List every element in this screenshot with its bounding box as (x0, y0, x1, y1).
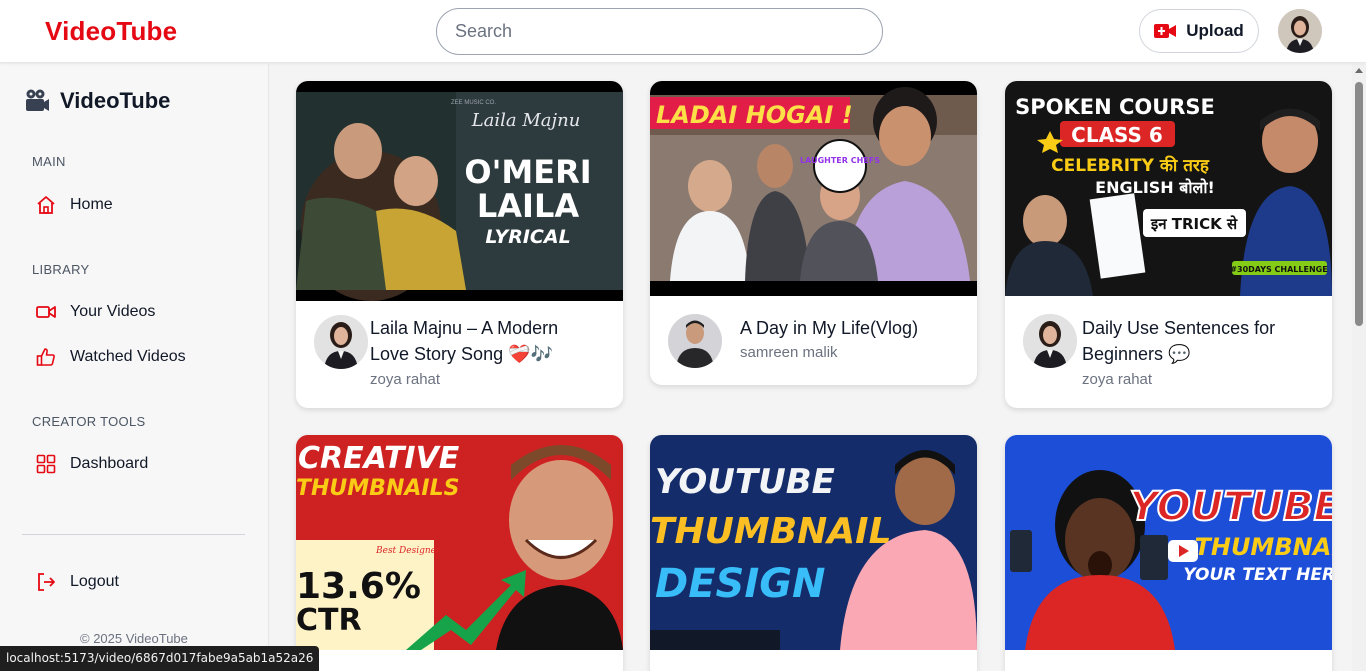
video-card[interactable]: SPOKEN COURSE CLASS 6 CELEBRITY की तरह E… (1005, 81, 1332, 408)
thumbnail-image: SPOKEN COURSE CLASS 6 CELEBRITY की तरह E… (1005, 81, 1332, 296)
sidebar-divider (22, 534, 245, 535)
video-info (1005, 650, 1332, 671)
user-avatar-image (1278, 9, 1322, 53)
grid-icon (36, 454, 56, 474)
thumb-line1: YOUTUBE (655, 462, 835, 502)
thumb-line3: DESIGN (655, 561, 826, 607)
site-logo[interactable]: VideoTube (45, 16, 177, 47)
sidebar-item-label: Your Videos (70, 303, 156, 320)
channel-name[interactable]: samreen malik (740, 344, 838, 361)
sidebar-item-your-videos[interactable]: Your Videos (36, 302, 155, 322)
upload-button[interactable]: Upload (1139, 9, 1259, 53)
sidebar-item-label: Home (70, 196, 113, 213)
top-header: VideoTube Upload (0, 0, 1366, 63)
thumb-badge: LAUGHTER CHEFS (800, 156, 880, 165)
video-thumbnail[interactable]: CREATIVE THUMBNAILS Best Designer 13.6% … (296, 435, 623, 650)
thumb-note: Best Designer (375, 546, 441, 556)
thumbs-up-icon (36, 348, 55, 366)
home-icon (37, 196, 55, 214)
copyright-text: © 2025 VideoTube (80, 631, 188, 646)
logout-icon (38, 573, 55, 591)
channel-name[interactable]: zoya rahat (370, 371, 440, 388)
thumbnail-image: LADAI HOGAI ! LAUGHTER CHEFS (650, 81, 977, 296)
thumb-line3: LYRICAL (485, 226, 570, 248)
channel-avatar[interactable] (314, 315, 368, 369)
scroll-up-arrow-icon[interactable] (1355, 68, 1363, 73)
video-thumbnail[interactable]: SPOKEN COURSE CLASS 6 CELEBRITY की तरह E… (1005, 81, 1332, 296)
thumb-stat2: CTR (296, 603, 362, 638)
video-title[interactable]: Daily Use Sentences for Beginners 💬 (1082, 315, 1312, 367)
video-info: Laila Majnu – A Modern Love Story Song ❤… (296, 301, 623, 408)
thumb-line3: YOUR TEXT HERE (1183, 565, 1332, 585)
sidebar-item-label: Dashboard (70, 455, 149, 472)
logout-label: Logout (70, 573, 119, 590)
thumbnail-image: YOUTUBE THUMBNAIL DESIGN (650, 435, 977, 650)
page-scrollbar[interactable] (1352, 64, 1366, 671)
video-thumbnail[interactable]: ZEE MUSIC CO. Laila Majnu O'MERI LAILA L… (296, 81, 623, 301)
channel-avatar-image (1023, 314, 1077, 368)
sidebar-item-dashboard[interactable]: Dashboard (36, 454, 148, 474)
sidebar: VideoTube MAIN Home LIBRARY Your Videos … (0, 64, 269, 671)
sidebar-brand-label: VideoTube (60, 88, 171, 113)
channel-avatar[interactable] (668, 314, 722, 368)
video-thumbnail[interactable]: YOUTUBE THUMBNAIL YOUR TEXT HERE (1005, 435, 1332, 650)
thumb-line2: CLASS 6 (1071, 123, 1163, 147)
sidebar-item-home[interactable]: Home (36, 195, 113, 215)
thumb-line1: O'MERI (464, 153, 591, 191)
sidebar-item-watched-videos[interactable]: Watched Videos (36, 347, 186, 367)
thumbnail-image: ZEE MUSIC CO. Laila Majnu O'MERI LAILA L… (296, 81, 623, 301)
browser-status-url: localhost:5173/video/6867d017fabe9a5ab1a… (0, 646, 320, 671)
video-card[interactable]: ZEE MUSIC CO. Laila Majnu O'MERI LAILA L… (296, 81, 623, 408)
video-card[interactable]: YOUTUBE THUMBNAIL YOUR TEXT HERE (1005, 435, 1332, 671)
channel-avatar-image (314, 315, 368, 369)
video-grid: ZEE MUSIC CO. Laila Majnu O'MERI LAILA L… (270, 64, 1352, 671)
section-title-main: MAIN (32, 154, 66, 169)
video-card[interactable]: LADAI HOGAI ! LAUGHTER CHEFS A Day in My… (650, 81, 977, 385)
thumb-challenge: #30DAYS CHALLENGE (1230, 265, 1327, 274)
scrollbar-thumb[interactable] (1355, 82, 1363, 326)
thumb-line3: CELEBRITY की तरह (1051, 155, 1210, 176)
user-avatar[interactable] (1278, 9, 1322, 53)
section-title-library: LIBRARY (32, 262, 90, 277)
film-camera-icon (26, 89, 49, 111)
thumb-line2: THUMBNAIL (1194, 533, 1332, 561)
thumbnail-image: CREATIVE THUMBNAILS Best Designer 13.6% … (296, 435, 623, 650)
thumb-stat: 13.6% (296, 566, 421, 607)
thumbnail-image: YOUTUBE THUMBNAIL YOUR TEXT HERE (1005, 435, 1332, 650)
thumb-line1: CREATIVE (298, 441, 460, 476)
section-title-creator-tools: CREATOR TOOLS (32, 414, 146, 429)
search-input[interactable] (436, 8, 883, 55)
video-upload-icon (1154, 24, 1177, 38)
thumb-headline: LADAI HOGAI ! (656, 101, 853, 129)
video-info: A Day in My Life(Vlog) samreen malik (650, 296, 977, 385)
video-thumbnail[interactable]: YOUTUBE THUMBNAIL DESIGN (650, 435, 977, 650)
thumb-line1: SPOKEN COURSE (1015, 95, 1215, 119)
video-thumbnail[interactable]: LADAI HOGAI ! LAUGHTER CHEFS (650, 81, 977, 296)
thumb-brand-text: Laila Majnu (471, 110, 581, 131)
channel-name[interactable]: zoya rahat (1082, 371, 1152, 388)
video-info (650, 650, 977, 671)
video-title[interactable]: A Day in My Life(Vlog) (740, 315, 972, 341)
channel-avatar-image (668, 314, 722, 368)
sidebar-brand[interactable]: VideoTube (24, 88, 170, 114)
video-info (296, 650, 623, 671)
thumb-line2: LAILA (477, 187, 579, 225)
thumb-line2: THUMBNAILS (296, 476, 459, 501)
logout-button[interactable]: Logout (36, 572, 119, 592)
thumb-corner-text: ZEE MUSIC CO. (451, 100, 496, 106)
video-title[interactable]: Laila Majnu – A Modern Love Story Song ❤… (370, 315, 602, 367)
sidebar-item-label: Watched Videos (70, 348, 186, 365)
upload-label: Upload (1186, 21, 1244, 40)
video-card[interactable]: YOUTUBE THUMBNAIL DESIGN (650, 435, 977, 671)
thumb-line1: YOUTUBE (1129, 484, 1332, 530)
video-info: Daily Use Sentences for Beginners 💬 zoya… (1005, 296, 1332, 408)
video-card[interactable]: CREATIVE THUMBNAILS Best Designer 13.6% … (296, 435, 623, 671)
thumb-line4: ENGLISH बोलो! (1095, 178, 1215, 197)
thumb-trick: इन TRICK से (1150, 215, 1238, 233)
thumb-line2: THUMBNAIL (650, 511, 892, 552)
video-camera-icon (36, 306, 56, 318)
channel-avatar[interactable] (1023, 314, 1077, 368)
